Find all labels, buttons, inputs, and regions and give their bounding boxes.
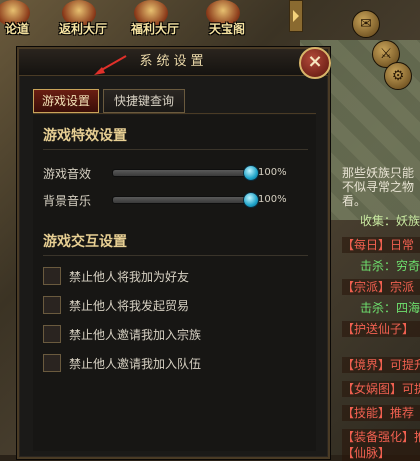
quest-daily-tag[interactable]: 【每日】日常: [342, 237, 420, 253]
menu-label: 福利大厅: [130, 22, 179, 36]
quest-sect-tag[interactable]: 【宗派】宗派: [342, 279, 420, 295]
slider-knob[interactable]: [243, 192, 259, 208]
block-trade-checkbox[interactable]: [43, 296, 61, 314]
close-icon: ×: [307, 51, 323, 72]
quest-collect[interactable]: 收集：妖族: [360, 214, 420, 228]
round-button-1[interactable]: ✉: [352, 10, 380, 38]
mail-icon: ✉: [360, 16, 372, 32]
top-menu-bar: 论道 返利大厅 福利大厅 天宝阁: [0, 0, 303, 42]
menu-item-treasure-pavilion[interactable]: 天宝阁: [196, 0, 258, 42]
close-button[interactable]: ×: [299, 47, 331, 79]
dialog-title: 系统设置: [139, 54, 208, 69]
slider-fill: [113, 170, 253, 176]
tab-game-settings[interactable]: 游戏设置: [33, 89, 99, 113]
slider-fill: [113, 197, 253, 203]
block-clan-invite-checkbox[interactable]: [43, 325, 61, 343]
block-friend-checkbox[interactable]: [43, 267, 61, 285]
option-label: 禁止他人将我加为好友: [69, 270, 190, 284]
bg-music-label: 背景音乐: [43, 194, 92, 208]
side-text-line: 不似寻常之物: [342, 180, 415, 194]
hint-realm[interactable]: 【境界】可提升: [342, 357, 420, 373]
settings-round-button[interactable]: ⚙: [384, 62, 412, 90]
slider-knob[interactable]: [243, 165, 259, 181]
option-label: 禁止他人将我发起贸易: [69, 299, 190, 313]
menu-label: 论道: [4, 22, 29, 36]
block-team-invite-checkbox[interactable]: [43, 354, 61, 372]
hint-meridian[interactable]: 【仙脉】: [342, 445, 420, 461]
sound-effects-label: 游戏音效: [43, 167, 92, 181]
menu-label: 天宝阁: [208, 22, 245, 36]
hint-equip-enhance[interactable]: 【装备强化】推荐: [342, 429, 420, 445]
section-divider: [43, 149, 308, 150]
sound-effects-slider[interactable]: [112, 165, 259, 181]
quest-kill-qiongqi[interactable]: 击杀：穷奇: [360, 259, 420, 273]
effects-section-title: 游戏特效设置: [43, 128, 127, 144]
menu-item-lundao[interactable]: 论道: [0, 0, 48, 42]
settings-panel: 游戏特效设置 游戏音效 100% 背景音乐 100% 游戏交互设置 禁止他人将我…: [33, 115, 316, 451]
option-label: 禁止他人邀请我加入队伍: [69, 357, 202, 371]
dialog-title-bar: 系统设置: [19, 49, 328, 76]
quest-escort-tag[interactable]: 【护送仙子】: [342, 321, 420, 337]
menu-label: 返利大厅: [58, 22, 107, 36]
menu-item-welfare-hall[interactable]: 福利大厅: [124, 0, 186, 42]
option-label: 禁止他人邀请我加入宗族: [69, 328, 202, 342]
gear-icon: ⚙: [391, 68, 405, 84]
quest-kill-sihai[interactable]: 击杀：四海: [360, 301, 420, 315]
tab-divider: [33, 113, 316, 114]
hint-skill[interactable]: 【技能】推荐: [342, 405, 420, 421]
system-settings-dialog: 系统设置 × 游戏设置 快捷键查询 游戏特效设置 游戏音效 100% 背景音乐 …: [17, 47, 331, 459]
section-divider: [43, 255, 308, 256]
side-text-line: 那些妖族只能: [342, 166, 415, 180]
bg-music-value: 100%: [258, 194, 287, 205]
annotation-arrow-icon: [94, 55, 127, 75]
bg-music-slider[interactable]: [112, 192, 259, 208]
side-text-line: 看。: [342, 194, 367, 208]
interaction-section-title: 游戏交互设置: [43, 234, 127, 250]
sound-effects-value: 100%: [258, 167, 287, 178]
expand-menu-arrow-icon[interactable]: [289, 0, 303, 32]
tab-hotkey-query[interactable]: 快捷键查询: [103, 89, 185, 113]
menu-item-rebate-hall[interactable]: 返利大厅: [52, 0, 114, 42]
hint-nuwa-map[interactable]: 【女娲图】可提升: [342, 381, 420, 397]
